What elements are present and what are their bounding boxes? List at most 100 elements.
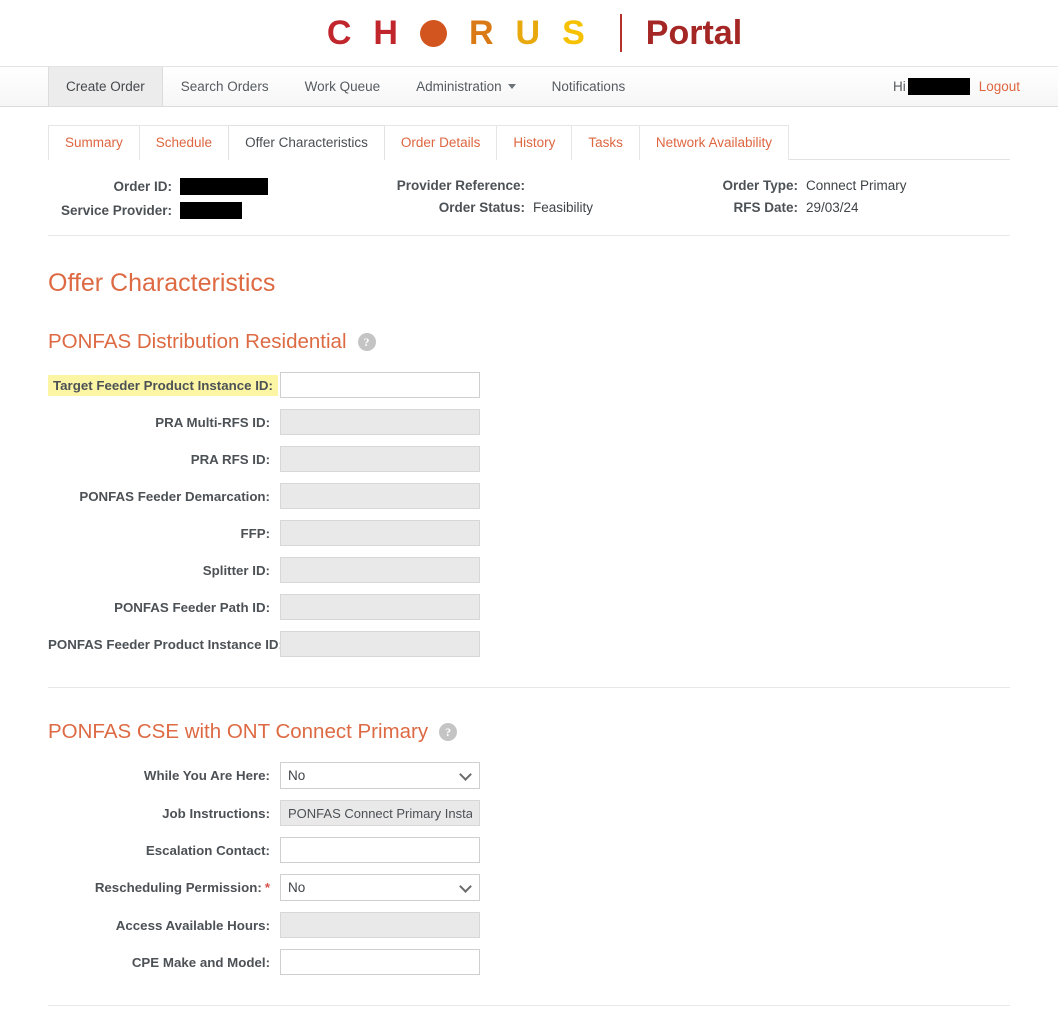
- logo-letters: C H R U S: [316, 14, 596, 53]
- input-cpe-make-and-model[interactable]: [280, 949, 480, 975]
- nav-items: Create Order Search Orders Work Queue Admin…: [48, 67, 643, 106]
- nav-item-label: Create Order: [66, 79, 145, 94]
- tab-network-availability[interactable]: Network Availability: [638, 125, 789, 160]
- field-label-text: Escalation Contact:: [145, 842, 270, 858]
- chorus-logo: C H R U S Portal: [316, 14, 742, 53]
- order-summary-row: Provider Reference:: [348, 178, 678, 193]
- order-summary-bar: Order ID: Service Provider: Provider Refe…: [48, 160, 1010, 236]
- field-label: PRA RFS ID:: [48, 452, 280, 467]
- logo-letter-h: H: [373, 13, 398, 52]
- save-row: SAVE: [48, 1006, 1010, 1021]
- tab-history[interactable]: History: [496, 125, 573, 160]
- field-label: CPE Make and Model:: [48, 955, 280, 970]
- field-label: While You Are Here:: [48, 768, 280, 783]
- order-summary-row: Order Type: Connect Primary: [678, 178, 1010, 193]
- order-summary-label: Provider Reference:: [396, 178, 525, 193]
- tab-schedule[interactable]: Schedule: [138, 125, 230, 160]
- nav-item-search-orders[interactable]: Search Orders: [163, 67, 287, 106]
- form-row: Job Instructions:: [48, 800, 1010, 826]
- field-label: Access Available Hours:: [48, 918, 280, 933]
- field-label-text: Access Available Hours:: [115, 917, 270, 933]
- field-label-text: CPE Make and Model:: [131, 954, 270, 970]
- nav-item-label: Administration: [416, 79, 502, 94]
- order-summary-row: RFS Date: 29/03/24: [678, 200, 1010, 215]
- form-row: PONFAS Feeder Demarcation:: [48, 483, 1010, 509]
- field-label-text: Splitter ID:: [202, 562, 270, 578]
- form-row: PONFAS Feeder Product Instance ID:: [48, 631, 1010, 657]
- order-summary-value: Feasibility: [533, 200, 594, 215]
- form-row: Access Available Hours:: [48, 912, 1010, 938]
- section-title-text: PONFAS CSE with ONT Connect Primary: [48, 720, 429, 743]
- field-label: PRA Multi-RFS ID:: [48, 415, 280, 430]
- select-rescheduling-permission[interactable]: No: [280, 874, 480, 901]
- select-value: No: [288, 880, 306, 895]
- section-title: PONFAS CSE with ONT Connect Primary?: [48, 720, 1010, 744]
- nav-item-label: Work Queue: [304, 79, 381, 94]
- field-label: PONFAS Feeder Demarcation:: [48, 489, 280, 504]
- chevron-down-icon: [459, 879, 472, 893]
- input-target-feeder-product-instance-id[interactable]: [280, 372, 480, 398]
- field-label-text: PONFAS Feeder Path ID:: [114, 599, 270, 615]
- field-label: PONFAS Feeder Path ID:: [48, 600, 280, 615]
- form-row: CPE Make and Model:: [48, 949, 1010, 975]
- tab-summary[interactable]: Summary: [48, 125, 140, 160]
- field-label: Job Instructions:: [48, 806, 280, 821]
- tab-order-details[interactable]: Order Details: [383, 125, 498, 160]
- field-label-text: Target Feeder Product Instance ID:: [48, 374, 278, 396]
- brand-header: C H R U S Portal: [0, 0, 1058, 66]
- form-row: PRA Multi-RFS ID:: [48, 409, 1010, 435]
- field-label-text: While You Are Here:: [143, 768, 270, 783]
- logo-letter-s: S: [562, 13, 585, 52]
- select-value: No: [288, 768, 306, 783]
- logo-dot-icon: [419, 19, 447, 47]
- field-label-text: FFP:: [240, 525, 270, 541]
- section-divider: [48, 687, 1010, 688]
- help-circle-icon[interactable]: ?: [439, 723, 458, 741]
- user-area: Hi Logout: [893, 67, 1038, 106]
- redacted-value: [180, 178, 268, 195]
- order-summary-label: Order ID:: [113, 179, 172, 194]
- form-section: Target Feeder Product Instance ID: PRA Mu…: [48, 372, 1010, 657]
- help-circle-icon[interactable]: ?: [357, 333, 376, 351]
- logo-letter-c: C: [326, 13, 352, 52]
- tab-tasks[interactable]: Tasks: [571, 125, 640, 160]
- input-pra-rfs-id: [280, 446, 480, 472]
- order-summary-label: RFS Date:: [733, 200, 798, 215]
- main-content: Summary Schedule Offer Characteristics Orde…: [0, 124, 1058, 1021]
- order-summary-row: Service Provider:: [48, 202, 348, 219]
- form-sections: PONFAS Distribution Residential? Target F…: [48, 330, 1010, 975]
- logout-link[interactable]: Logout: [979, 79, 1020, 94]
- nav-item-label: Search Orders: [180, 79, 269, 94]
- form-row: Rescheduling Permission: * No: [48, 874, 1010, 901]
- page-title: Offer Characteristics: [48, 269, 276, 297]
- redacted-value: [180, 202, 242, 219]
- username-redacted: [907, 78, 970, 95]
- form-row: Splitter ID:: [48, 557, 1010, 583]
- form-row: PRA RFS ID:: [48, 446, 1010, 472]
- field-label: Target Feeder Product Instance ID:: [48, 374, 280, 396]
- input-splitter-id: [280, 557, 480, 583]
- input-pra-multi-rfs-id: [280, 409, 480, 435]
- nav-item-create-order[interactable]: Create Order: [48, 67, 163, 106]
- field-label: Splitter ID:: [48, 563, 280, 578]
- form-row: FFP:: [48, 520, 1010, 546]
- field-label-text: PONFAS Feeder Demarcation:: [79, 488, 270, 504]
- section-title-text: PONFAS Distribution Residential: [48, 330, 347, 353]
- form-section: While You Are Here: No Job Instructions: Es…: [48, 762, 1010, 975]
- nav-item-work-queue[interactable]: Work Queue: [287, 67, 399, 106]
- order-summary-label: Order Type:: [722, 178, 798, 193]
- tab-offer-characteristics[interactable]: Offer Characteristics: [228, 125, 385, 160]
- logo-separator: [619, 14, 622, 52]
- nav-item-administration[interactable]: Administration: [398, 67, 534, 106]
- input-ponfas-feeder-demarcation: [280, 483, 480, 509]
- chevron-down-icon: [459, 767, 472, 781]
- input-escalation-contact[interactable]: [280, 837, 480, 863]
- field-label-text: PRA RFS ID:: [190, 451, 270, 467]
- form-row: Escalation Contact:: [48, 837, 1010, 863]
- order-summary-value: 29/03/24: [806, 200, 859, 215]
- field-label-text: PONFAS Feeder Product Instance ID:: [48, 636, 283, 652]
- nav-item-notifications[interactable]: Notifications: [534, 67, 644, 106]
- select-while-you-are-here[interactable]: No: [280, 762, 480, 789]
- page-root: C H R U S Portal Create Order Search Orde…: [0, 0, 1058, 1021]
- order-summary-label: Order Status:: [438, 200, 525, 215]
